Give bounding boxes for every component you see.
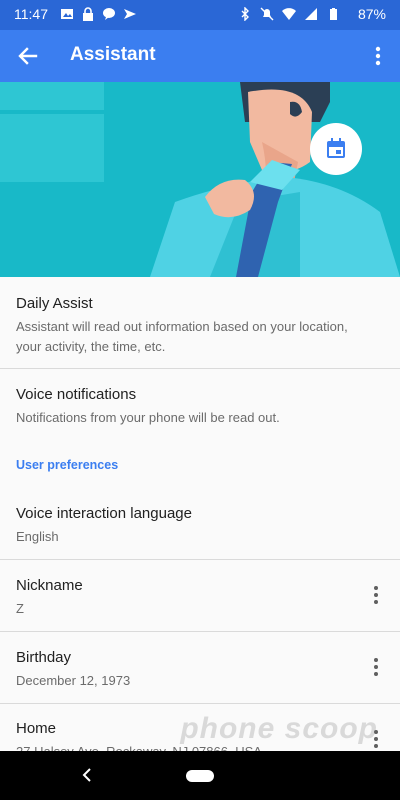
battery-percent: 87% <box>357 6 386 22</box>
voice-language-value: English <box>16 529 59 544</box>
nickname-item[interactable]: Nickname Z <box>0 560 400 632</box>
nickname-title: Nickname <box>16 577 83 594</box>
status-bar: 11:47 87% <box>0 0 400 30</box>
back-arrow-icon[interactable] <box>14 42 42 70</box>
voice-notifications-title: Voice notifications <box>16 386 137 403</box>
nickname-value: Z <box>16 601 24 616</box>
daily-assist-item[interactable]: Daily Assist Assistant will read out inf… <box>0 277 400 369</box>
birthday-value: December 12, 1973 <box>16 673 131 688</box>
birthday-title: Birthday <box>16 649 72 666</box>
nav-back-icon[interactable] <box>78 765 96 785</box>
lock-icon <box>83 7 93 21</box>
birthday-item[interactable]: Birthday December 12, 1973 <box>0 632 400 704</box>
more-options-icon[interactable] <box>370 44 386 68</box>
daily-assist-title: Daily Assist <box>16 295 93 312</box>
battery-icon <box>330 8 337 20</box>
voice-language-item[interactable]: Voice interaction language English <box>0 489 400 560</box>
daily-assist-subtitle: Assistant will read out information base… <box>16 319 348 354</box>
nickname-more-icon[interactable] <box>370 584 382 606</box>
voice-language-title: Voice interaction language <box>16 505 192 522</box>
user-preferences-header: User preferences <box>16 458 119 472</box>
hero-illustration <box>0 82 400 277</box>
chat-icon <box>103 8 115 20</box>
page-title: Assistant <box>70 44 156 65</box>
wifi-icon <box>282 8 296 20</box>
mute-bell-icon <box>260 7 274 21</box>
settings-list: Daily Assist Assistant will read out inf… <box>0 277 400 751</box>
home-pill-button[interactable] <box>186 770 214 782</box>
bluetooth-icon <box>241 7 249 21</box>
notification-icons <box>60 7 137 21</box>
system-icons <box>238 7 340 21</box>
assistant-illustration <box>0 82 400 277</box>
status-time: 11:47 <box>14 6 48 22</box>
home-title: Home <box>16 720 57 737</box>
watermark: phone scoop <box>180 712 378 745</box>
signal-icon <box>305 8 317 20</box>
navigation-bar <box>0 751 400 800</box>
birthday-more-icon[interactable] <box>370 656 382 678</box>
voice-notifications-subtitle: Notifications from your phone will be re… <box>16 410 280 425</box>
app-bar: Assistant <box>0 30 400 82</box>
calendar-icon <box>327 138 345 158</box>
send-icon <box>124 9 136 19</box>
image-icon <box>61 9 73 19</box>
voice-notifications-item[interactable]: Voice notifications Notifications from y… <box>0 369 400 452</box>
